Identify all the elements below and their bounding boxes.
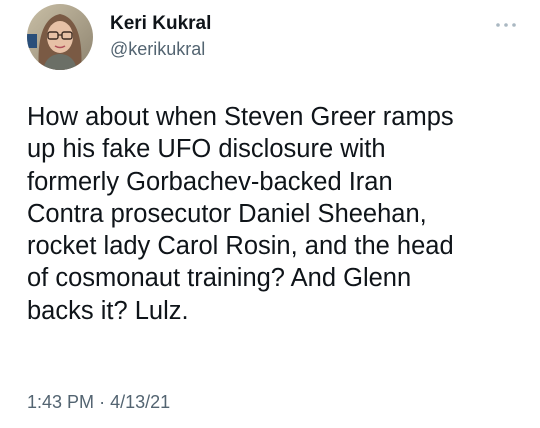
tweet-text-line: rocket lady Carol Rosin, and the head	[27, 232, 454, 261]
tweet-text: How about when Steven Greer ramps up his…	[27, 101, 517, 327]
tweet-card: Keri Kukral @kerikukral How about when S…	[0, 0, 540, 428]
tweet-time-link[interactable]: 1:43 PM	[27, 392, 94, 412]
more-horizontal-icon[interactable]	[493, 18, 519, 32]
tweet-date-link[interactable]: 4/13/21	[110, 392, 170, 412]
avatar[interactable]	[27, 4, 93, 70]
tweet-text-line: up his fake UFO disclosure with	[27, 135, 386, 164]
tweet-text-line: Contra prosecutor Daniel Sheehan,	[27, 199, 427, 228]
tweet-text-line: formerly Gorbachev-backed Iran	[27, 167, 393, 196]
profile-photo	[27, 4, 93, 70]
meta-separator: ·	[99, 392, 106, 412]
tweet-text-line: backs it? Lulz.	[27, 296, 189, 325]
author-info: Keri Kukral @kerikukral	[110, 14, 211, 58]
tweet-text-line: of cosmonaut training? And Glenn	[27, 264, 412, 293]
tweet-timestamp: 1:43 PM · 4/13/21	[27, 393, 170, 411]
tweet-text-line: How about when Steven Greer ramps	[27, 103, 454, 131]
author-handle[interactable]: @kerikukral	[110, 40, 211, 58]
author-display-name[interactable]: Keri Kukral	[110, 14, 211, 33]
